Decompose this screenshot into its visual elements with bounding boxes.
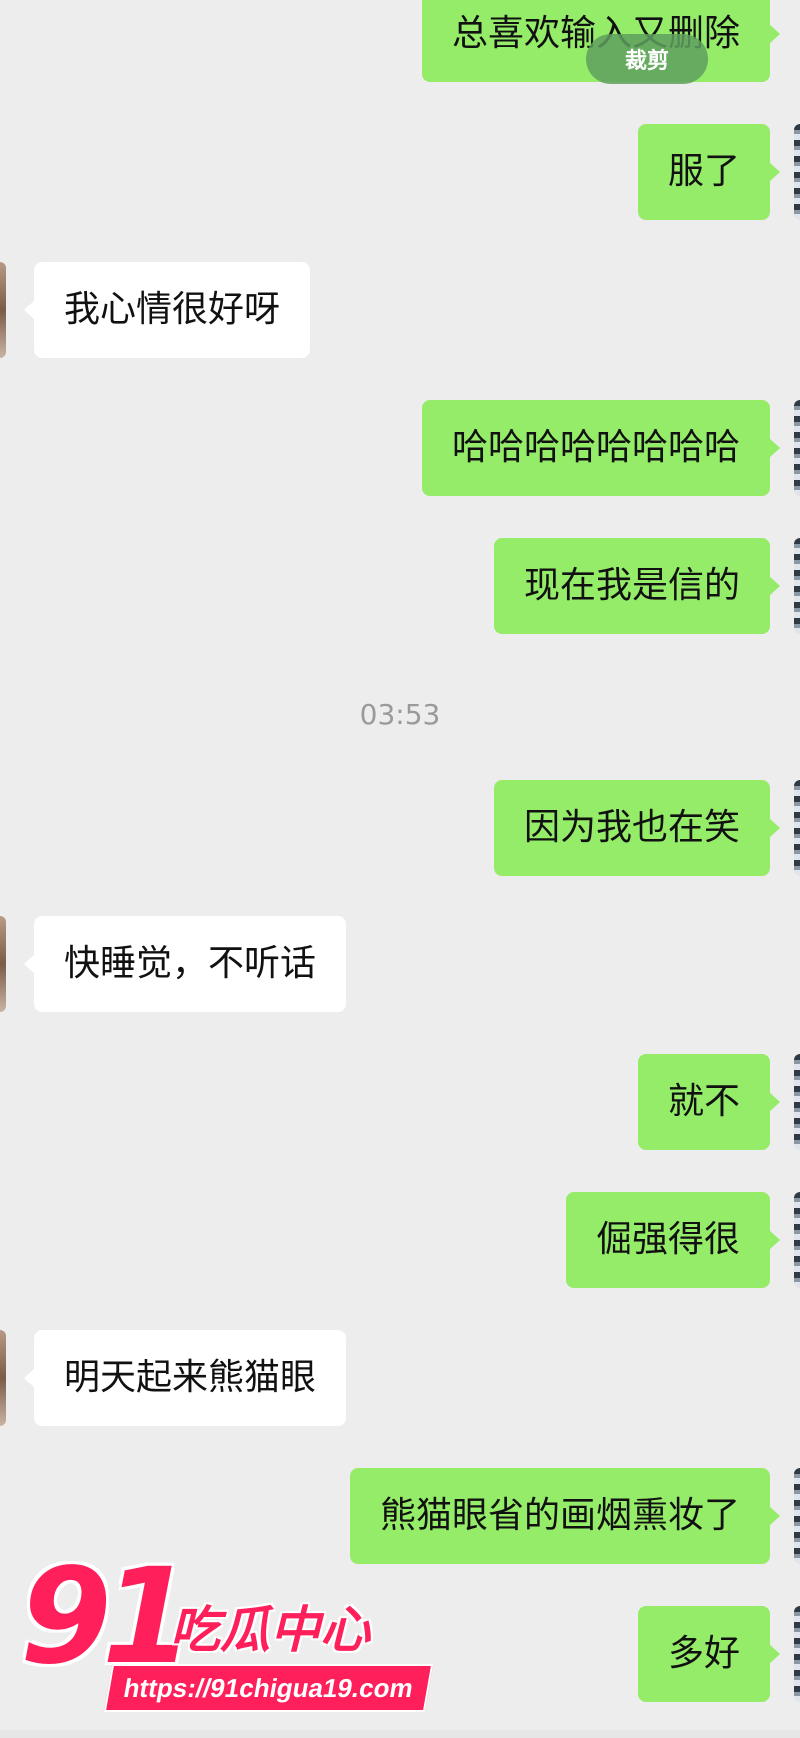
message-text: 明天起来熊猫眼: [64, 1357, 317, 1398]
outgoing-message[interactable]: 多好: [637, 1606, 781, 1702]
outgoing-message[interactable]: 就不: [637, 1054, 781, 1150]
incoming-message[interactable]: 明天起来熊猫眼: [23, 1330, 347, 1426]
watermark-name: 吃瓜中心: [170, 1601, 370, 1659]
contact-avatar[interactable]: [0, 262, 6, 358]
bottom-divider: [0, 1730, 800, 1738]
message-text: 快睡觉，不听话: [64, 943, 317, 984]
message-text: 倔强得很: [595, 1219, 740, 1260]
message-text: 就不: [667, 1081, 740, 1122]
message-text: 现在我是信的: [523, 565, 740, 606]
outgoing-message[interactable]: 因为我也在笑: [493, 780, 781, 876]
crop-button[interactable]: 裁剪: [586, 34, 708, 84]
message-text: 熊猫眼省的画烟熏妆了: [379, 1495, 740, 1536]
watermark-logo: 91 吃瓜中心 https://91chigua19.com: [20, 1540, 434, 1730]
message-text: 服了: [667, 151, 740, 192]
watermark-url: https://91chigua19.com: [103, 1664, 434, 1712]
message-timestamp: 03:53: [359, 698, 441, 731]
contact-avatar[interactable]: [0, 916, 6, 1012]
my-avatar[interactable]: [794, 1606, 800, 1702]
outgoing-message[interactable]: 服了: [637, 124, 781, 220]
my-avatar[interactable]: [794, 1192, 800, 1288]
chat-area[interactable]: 总喜欢输入又删除 裁剪 服了 我心情很好呀 哈哈哈哈哈哈哈哈 现在我是信的 03…: [0, 0, 800, 1738]
message-text: 因为我也在笑: [523, 807, 740, 848]
message-text: 多好: [667, 1633, 740, 1674]
incoming-message[interactable]: 我心情很好呀: [23, 262, 311, 358]
message-text: 我心情很好呀: [64, 289, 281, 330]
my-avatar[interactable]: [794, 1054, 800, 1150]
my-avatar[interactable]: [794, 780, 800, 876]
my-avatar[interactable]: [794, 538, 800, 634]
incoming-message[interactable]: 快睡觉，不听话: [23, 916, 347, 1012]
outgoing-message[interactable]: 现在我是信的: [493, 538, 781, 634]
contact-avatar[interactable]: [0, 1330, 6, 1426]
outgoing-message[interactable]: 倔强得很: [565, 1192, 781, 1288]
my-avatar[interactable]: [794, 1468, 800, 1564]
my-avatar[interactable]: [794, 124, 800, 220]
my-avatar[interactable]: [794, 400, 800, 496]
message-text: 哈哈哈哈哈哈哈哈: [451, 427, 740, 468]
outgoing-message[interactable]: 哈哈哈哈哈哈哈哈: [421, 400, 781, 496]
